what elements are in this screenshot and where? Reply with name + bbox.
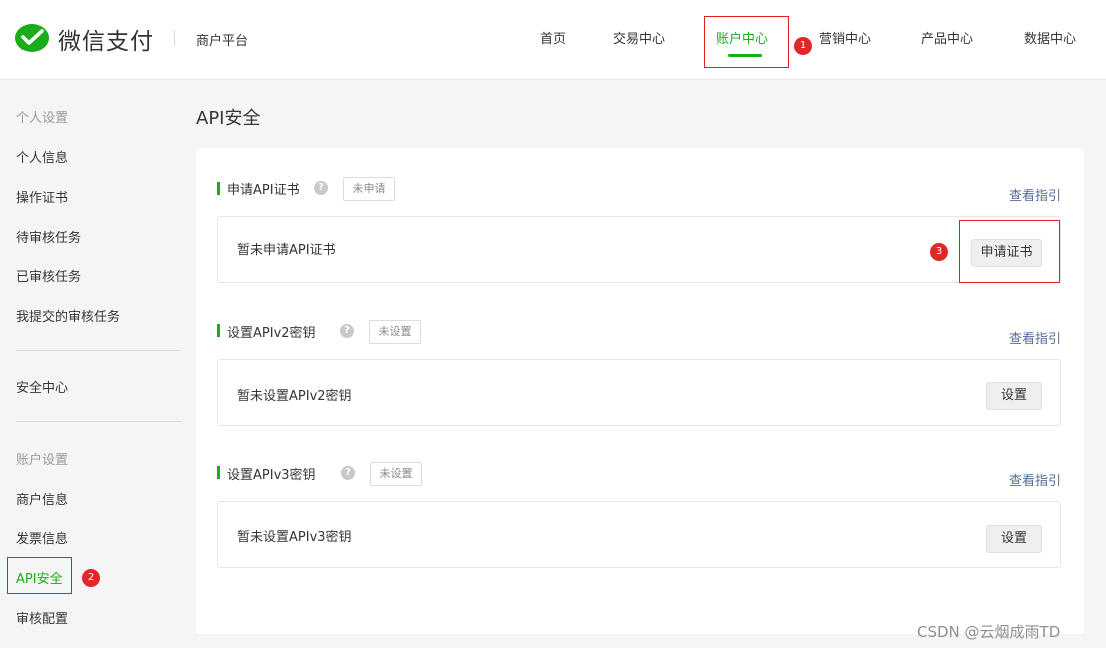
sidebar-item-submitted-tasks[interactable]: 我提交的审核任务	[16, 306, 120, 325]
guide-link-api-cert[interactable]: 查看指引	[1009, 185, 1061, 204]
help-icon[interactable]: ?	[341, 466, 355, 480]
panel-message-api-cert: 暂未申请API证书	[237, 243, 336, 258]
sidebar-item-merchant-info[interactable]: 商户信息	[16, 489, 68, 508]
help-icon[interactable]: ?	[340, 324, 354, 338]
page-title: API安全	[196, 108, 261, 129]
platform-name: 商户平台	[196, 34, 249, 49]
section-marker	[217, 466, 220, 479]
sidebar-divider	[16, 421, 182, 422]
nav-product-center[interactable]: 产品中心	[921, 28, 973, 47]
set-apiv3-key-button[interactable]: 设置	[986, 525, 1042, 553]
set-apiv2-key-button[interactable]: 设置	[986, 382, 1042, 410]
wechat-pay-logo[interactable]: 微信支付	[14, 22, 154, 56]
api-security-card: 申请API证书 ? 未申请 查看指引 暂未申请API证书 申请证书 设置APIv…	[196, 148, 1084, 634]
wechat-pay-logo-icon	[15, 24, 49, 52]
highlight-box-account-center	[704, 16, 789, 68]
brand-name: 微信支付	[58, 29, 154, 55]
section-marker	[217, 324, 220, 337]
nav-home[interactable]: 首页	[540, 28, 566, 47]
help-icon[interactable]: ?	[314, 181, 328, 195]
sidebar-group-account: 账户设置	[16, 453, 69, 468]
section-title-api-cert: 申请API证书	[227, 183, 300, 198]
status-tag-apiv2-key: 未设置	[369, 320, 421, 344]
sidebar-item-pending-tasks[interactable]: 待审核任务	[16, 227, 81, 246]
sidebar-divider	[16, 350, 182, 351]
watermark: CSDN @云烟成雨TD	[917, 623, 1061, 641]
section-title-apiv2-key: 设置APIv2密钥	[227, 326, 316, 341]
sidebar-item-personal-info[interactable]: 个人信息	[16, 147, 68, 166]
annotation-badge-2: 2	[82, 569, 100, 587]
nav-marketing-center[interactable]: 营销中心	[819, 28, 871, 47]
highlight-box-apply-certificate	[959, 220, 1060, 283]
sidebar-item-invoice-info[interactable]: 发票信息	[16, 528, 68, 547]
panel-message-apiv2-key: 暂未设置APIv2密钥	[237, 389, 352, 404]
status-tag-api-cert: 未申请	[343, 177, 395, 201]
section-title-apiv3-key: 设置APIv3密钥	[227, 468, 316, 483]
panel-apiv3-key: 暂未设置APIv3密钥 设置	[217, 501, 1061, 568]
sidebar-item-review-config[interactable]: 审核配置	[16, 608, 68, 627]
panel-message-apiv3-key: 暂未设置APIv3密钥	[237, 530, 352, 545]
sidebar-item-security-center[interactable]: 安全中心	[16, 377, 68, 396]
sidebar-group-personal: 个人设置	[16, 111, 69, 126]
nav-trade-center[interactable]: 交易中心	[613, 28, 665, 47]
panel-apiv2-key: 暂未设置APIv2密钥 设置	[217, 359, 1061, 426]
guide-link-apiv2-key[interactable]: 查看指引	[1009, 328, 1061, 347]
section-marker	[217, 182, 220, 195]
top-header: 微信支付 商户平台 首页 交易中心 账户中心 营销中心 产品中心 数据中心	[0, 0, 1106, 80]
highlight-box-api-security	[7, 557, 72, 594]
sidebar-item-operation-cert[interactable]: 操作证书	[16, 187, 68, 206]
guide-link-apiv3-key[interactable]: 查看指引	[1009, 470, 1061, 489]
nav-data-center[interactable]: 数据中心	[1024, 28, 1076, 47]
annotation-badge-1: 1	[794, 37, 812, 55]
status-tag-apiv3-key: 未设置	[370, 462, 422, 486]
annotation-badge-3: 3	[930, 243, 948, 261]
sidebar-item-reviewed-tasks[interactable]: 已审核任务	[16, 266, 81, 285]
header-divider	[174, 30, 175, 46]
